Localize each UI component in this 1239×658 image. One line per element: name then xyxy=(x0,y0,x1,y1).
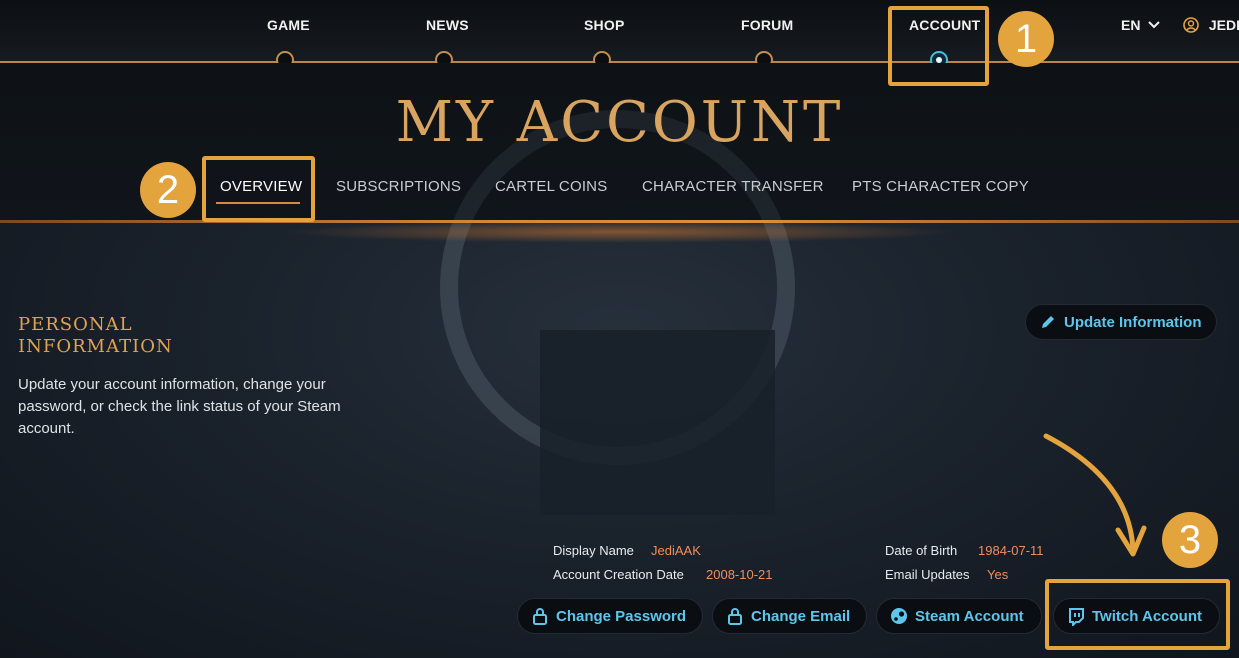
tab-pts-character-copy[interactable]: PTS CHARACTER COPY xyxy=(852,178,1029,195)
update-information-button[interactable]: Update Information xyxy=(1025,304,1217,340)
page-title: MY ACCOUNT xyxy=(395,90,844,155)
change-password-label: Change Password xyxy=(556,607,687,625)
emblem-shadow xyxy=(540,330,775,515)
callout-arrow-icon xyxy=(1043,433,1147,557)
change-password-button[interactable]: Change Password xyxy=(517,598,703,634)
creation-date-label: Account Creation Date xyxy=(553,567,684,582)
callout-box-overview xyxy=(202,156,315,222)
lock-icon xyxy=(728,608,742,625)
display-name-label: Display Name xyxy=(553,543,634,558)
user-menu[interactable]: JEDIA xyxy=(1183,17,1239,33)
update-information-label: Update Information xyxy=(1064,313,1202,331)
steam-account-button[interactable]: Steam Account xyxy=(876,598,1042,634)
callout-badge-2: 2 xyxy=(140,162,196,218)
language-selector[interactable]: EN xyxy=(1121,17,1161,33)
language-label: EN xyxy=(1121,17,1141,33)
tab-subscriptions[interactable]: SUBSCRIPTIONS xyxy=(336,178,461,195)
nav-item-game[interactable]: GAME xyxy=(267,17,310,33)
section-title-line1: PERSONAL xyxy=(18,314,133,335)
callout-box-account xyxy=(888,6,989,86)
email-updates-label: Email Updates xyxy=(885,567,970,582)
user-name: JEDIA xyxy=(1208,17,1239,33)
dob-value: 1984-07-11 xyxy=(978,543,1044,558)
header-divider-glow xyxy=(280,221,960,243)
steam-account-label: Steam Account xyxy=(915,607,1024,625)
tab-cartel-coins[interactable]: CARTEL COINS xyxy=(495,178,607,195)
callout-badge-1: 1 xyxy=(998,11,1054,67)
email-updates-value: Yes xyxy=(987,567,1009,582)
display-name-value: JediAAK xyxy=(651,543,701,558)
user-icon xyxy=(1183,17,1199,33)
chevron-down-icon xyxy=(1148,21,1161,29)
steam-icon xyxy=(891,608,907,624)
nav-item-news[interactable]: NEWS xyxy=(426,17,469,33)
section-title-line2: INFORMATION xyxy=(18,336,173,357)
nav-item-forum[interactable]: FORUM xyxy=(741,17,793,33)
lock-icon xyxy=(533,608,547,625)
creation-date-value: 2008-10-21 xyxy=(706,567,773,582)
callout-box-twitch xyxy=(1045,579,1230,650)
dob-label: Date of Birth xyxy=(885,543,958,558)
nav-item-shop[interactable]: SHOP xyxy=(584,17,624,33)
tab-character-transfer[interactable]: CHARACTER TRANSFER xyxy=(642,178,824,195)
change-email-button[interactable]: Change Email xyxy=(712,598,867,634)
pencil-icon xyxy=(1042,316,1054,328)
change-email-label: Change Email xyxy=(751,607,851,625)
section-title: PERSONAL INFORMATION xyxy=(18,314,218,358)
callout-badge-3: 3 xyxy=(1162,512,1218,568)
section-description: Update your account information, change … xyxy=(18,376,341,437)
